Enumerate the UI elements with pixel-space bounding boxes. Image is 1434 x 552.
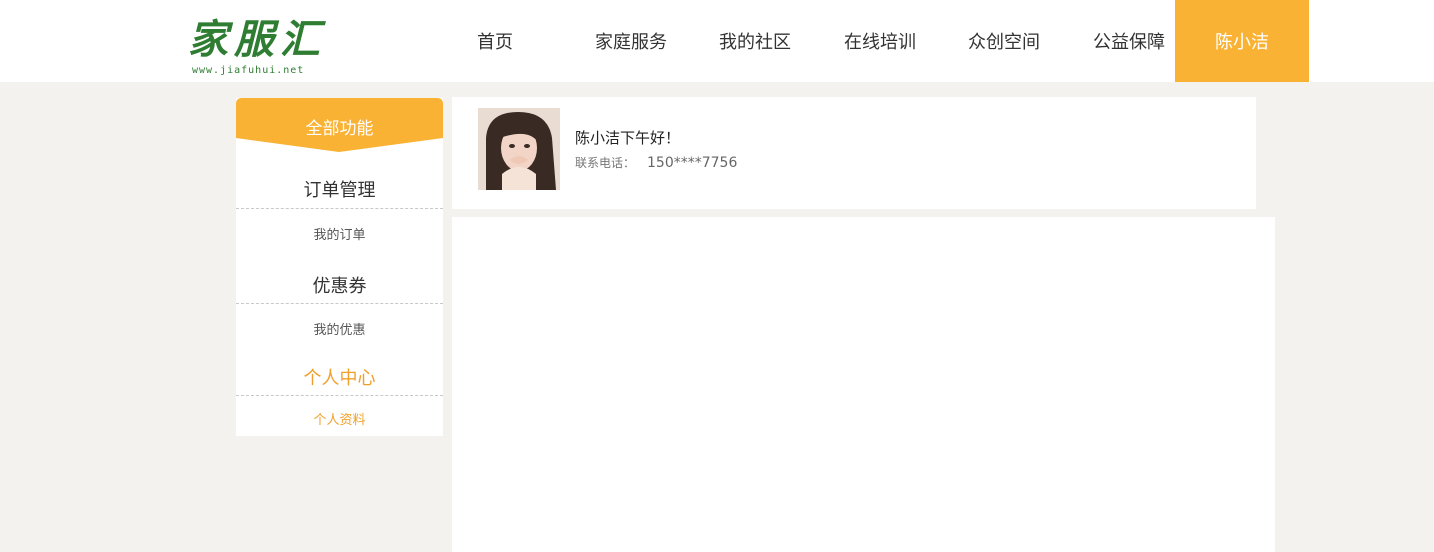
nav-home[interactable]: 首页 (470, 0, 520, 82)
user-greeting: 陈小洁下午好！ (575, 129, 681, 147)
sidebar-link-my-orders[interactable]: 我的订单 (236, 224, 443, 243)
nav-user-account[interactable]: 陈小洁 (1175, 0, 1309, 82)
phone-number: 150****7756 (647, 155, 738, 171)
phone-row: 联系电话： 150****7756 (575, 154, 737, 171)
nav-online-training[interactable]: 在线培训 (839, 0, 921, 82)
sidebar-title: 全部功能 (305, 119, 374, 139)
logo-url: www.jiafuhui.net (192, 65, 305, 76)
avatar[interactable] (478, 108, 560, 190)
divider (236, 208, 443, 209)
main-content-panel (452, 217, 1275, 552)
sidebar-header: 全部功能 (236, 98, 443, 152)
group-title-personal-center: 个人中心 (303, 368, 376, 389)
divider (236, 395, 443, 396)
nav-home-services[interactable]: 家庭服务 (590, 0, 672, 82)
logo-text: 家服汇 (188, 16, 326, 63)
top-header: 家服汇 www.jiafuhui.net 首页 家庭服务 我的社区 在线培训 众… (0, 0, 1434, 82)
avatar-image (478, 108, 560, 190)
nav-public-welfare[interactable]: 公益保障 (1088, 0, 1170, 82)
sidebar-menu: 全部功能 订单管理 我的订单 优惠券 我的优惠 个人中心 个人资料 (236, 98, 443, 436)
nav-maker-space[interactable]: 众创空间 (963, 0, 1045, 82)
nav-my-community[interactable]: 我的社区 (714, 0, 796, 82)
phone-label: 联系电话： (575, 156, 636, 170)
user-info-card: 陈小洁下午好！ 联系电话： 150****7756 (452, 97, 1256, 209)
divider (236, 303, 443, 304)
sidebar-link-profile[interactable]: 个人资料 (236, 409, 443, 428)
site-logo[interactable]: 家服汇 www.jiafuhui.net (188, 18, 328, 80)
sidebar-link-my-coupons[interactable]: 我的优惠 (236, 319, 443, 338)
group-title-coupons: 优惠券 (312, 276, 367, 297)
group-title-orders: 订单管理 (303, 180, 376, 201)
